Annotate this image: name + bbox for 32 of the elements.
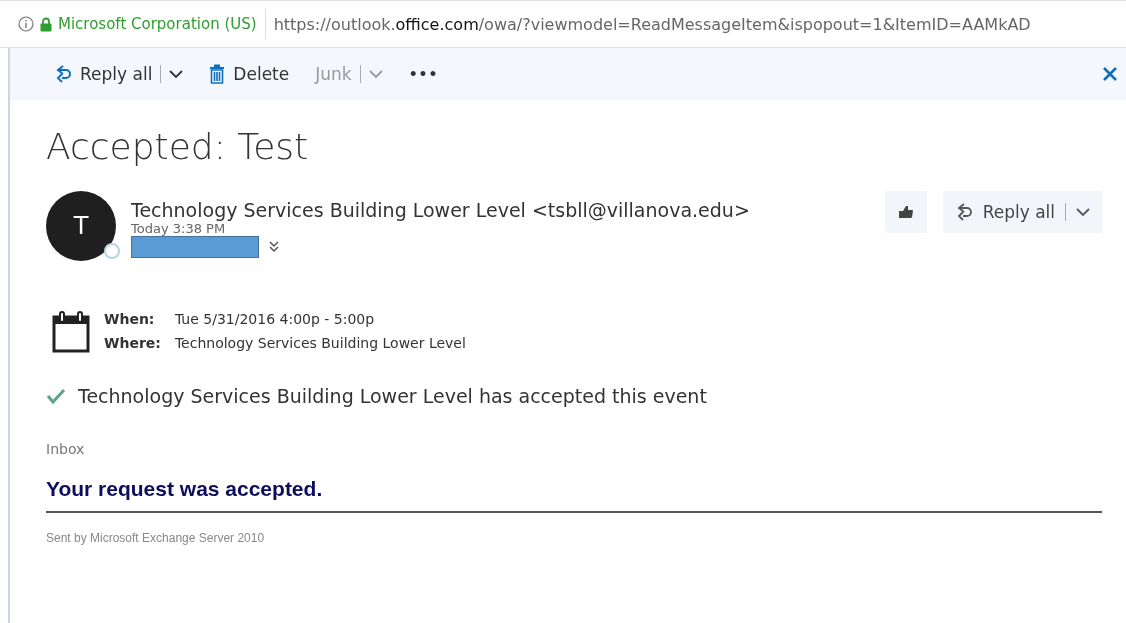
url-field[interactable]: https://outlook.office.com/owa/?viewmodel=ReadMessageItem&ispopout=1&ItemID=AAMkAD xyxy=(265,14,1031,34)
presence-icon xyxy=(104,243,120,259)
meeting-field-label: Where: xyxy=(104,335,161,351)
chevron-down-icon xyxy=(169,69,184,79)
site-identity[interactable]: Microsoft Corporation (US) xyxy=(18,9,266,39)
chevron-down-icon xyxy=(368,69,383,79)
expand-icon[interactable] xyxy=(269,241,279,253)
close-icon[interactable] xyxy=(1102,66,1118,82)
message-subject: Accepted: Test xyxy=(46,126,310,167)
meeting-field-value: Technology Services Building Lower Level xyxy=(174,335,466,351)
toolbar-button[interactable]: Reply all xyxy=(46,58,192,90)
trash-icon xyxy=(209,64,226,84)
like-button[interactable] xyxy=(884,191,927,233)
meeting-field-label: When: xyxy=(104,311,156,327)
folder-label: Inbox xyxy=(46,441,86,457)
body-heading: Your request was accepted. xyxy=(46,477,324,501)
thumbs-up-icon xyxy=(897,205,914,219)
toolbar-button[interactable]: Delete xyxy=(201,58,298,90)
chevron-down-icon xyxy=(1076,207,1090,217)
lock-icon xyxy=(40,16,52,32)
sender-name: Technology Services Building Lower Level <tsbll@villanova.edu> xyxy=(131,199,751,221)
calendar-icon xyxy=(52,311,90,353)
checkmark-icon xyxy=(46,388,66,404)
message-time: Today 3:38 PM xyxy=(131,221,227,236)
reply-all-button[interactable]: Reply all xyxy=(942,191,1102,233)
site-identity-text: Microsoft Corporation (US) xyxy=(58,15,257,33)
reply-all-icon xyxy=(54,64,72,84)
info-icon xyxy=(18,16,34,32)
body-footer: Sent by Microsoft Exchange Server 2010 xyxy=(46,531,1102,545)
more-button[interactable]: ••• xyxy=(400,60,447,88)
response-status: Technology Services Building Lower Level has accepted this event xyxy=(78,385,707,407)
meeting-field-value: Tue 5/31/2016 4:00p - 5:00p xyxy=(174,311,376,327)
